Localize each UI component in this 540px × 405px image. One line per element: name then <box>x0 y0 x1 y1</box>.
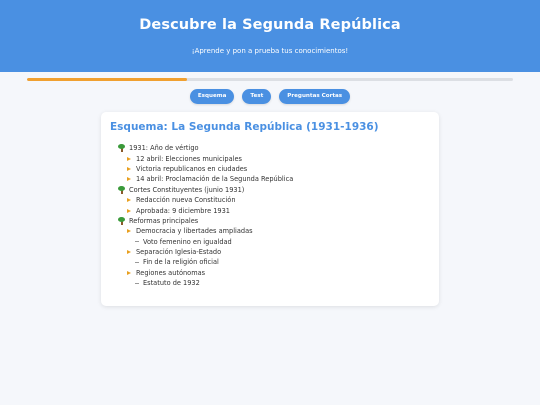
page-header: Descubre la Segunda República ¡Aprende y… <box>0 0 540 72</box>
outline-item-text: Regiones autónomas <box>136 268 206 277</box>
tree-icon <box>118 216 125 225</box>
outline-item-text: Voto femenino en igualdad <box>143 237 232 246</box>
arrow-icon <box>127 166 131 171</box>
outline-item-text: 12 abril: Elecciones municipales <box>136 154 242 163</box>
outline-item-text: Estatuto de 1932 <box>143 279 200 288</box>
outline-item: Aprobada: 9 diciembre 1931 <box>118 205 428 215</box>
outline-item-text: Aprobada: 9 diciembre 1931 <box>136 206 230 215</box>
tab-preguntas-cortas[interactable]: Preguntas Cortas <box>279 89 351 104</box>
card-title: Esquema: La Segunda República (1931-1936… <box>110 121 379 133</box>
arrow-icon <box>127 198 131 203</box>
tab-bar: Esquema Test Preguntas Cortas <box>0 89 540 104</box>
outline-tree: 1931: Año de vértigo 12 abril: Elecciones… <box>118 143 428 288</box>
outline-item: Redacción nueva Constitución <box>118 195 428 205</box>
outline-item: 14 abril: Proclamación de la Segunda Rep… <box>118 174 428 184</box>
outline-item-text: Reformas principales <box>129 216 199 225</box>
arrow-icon <box>127 250 131 255</box>
outline-item: Cortes Constituyentes (junio 1931) <box>118 185 428 195</box>
tab-test[interactable]: Test <box>242 89 272 104</box>
outline-item-text: Fin de la religión oficial <box>143 258 219 267</box>
tab-esquema[interactable]: Esquema <box>189 89 235 104</box>
progress-fill <box>27 78 188 81</box>
outline-item: Separación Iglesia-Estado <box>118 247 428 257</box>
outline-item-text: Democracia y libertades ampliadas <box>136 227 253 236</box>
outline-item: 12 abril: Elecciones municipales <box>118 153 428 163</box>
outline-item: Fin de la religión oficial <box>118 257 428 267</box>
outline-item: Regiones autónomas <box>118 268 428 278</box>
outline-item: Estatuto de 1932 <box>118 278 428 288</box>
outline-item-text: Separación Iglesia-Estado <box>136 248 222 257</box>
page-subtitle: ¡Aprende y pon a prueba tus conocimiento… <box>191 47 349 55</box>
page-title: Descubre la Segunda República <box>139 17 401 33</box>
arrow-icon <box>127 156 131 161</box>
outline-item: 1931: Año de vértigo <box>118 143 428 153</box>
outline-item: Voto femenino en igualdad <box>118 237 428 247</box>
arrow-icon <box>127 270 131 275</box>
outline-item-text: Cortes Constituyentes (junio 1931) <box>129 185 245 194</box>
outline-item-text: Redacción nueva Constitución <box>136 196 236 205</box>
tree-icon <box>118 185 125 194</box>
dash-icon <box>135 241 139 243</box>
tree-icon <box>118 144 125 153</box>
dash-icon <box>135 261 139 263</box>
outline-item-text: 14 abril: Proclamación de la Segunda Rep… <box>136 175 294 184</box>
arrow-icon <box>127 177 131 182</box>
outline-card: Esquema: La Segunda República (1931-1936… <box>101 112 439 306</box>
dash-icon <box>135 282 139 284</box>
outline-item: Reformas principales <box>118 216 428 226</box>
outline-item: Victoria republicanos en ciudades <box>118 164 428 174</box>
progress-bar <box>27 78 513 81</box>
outline-item: Democracia y libertades ampliadas <box>118 226 428 236</box>
arrow-icon <box>127 229 131 234</box>
outline-item-text: Victoria republicanos en ciudades <box>136 164 248 173</box>
outline-item-text: 1931: Año de vértigo <box>129 144 199 153</box>
arrow-icon <box>127 208 131 213</box>
